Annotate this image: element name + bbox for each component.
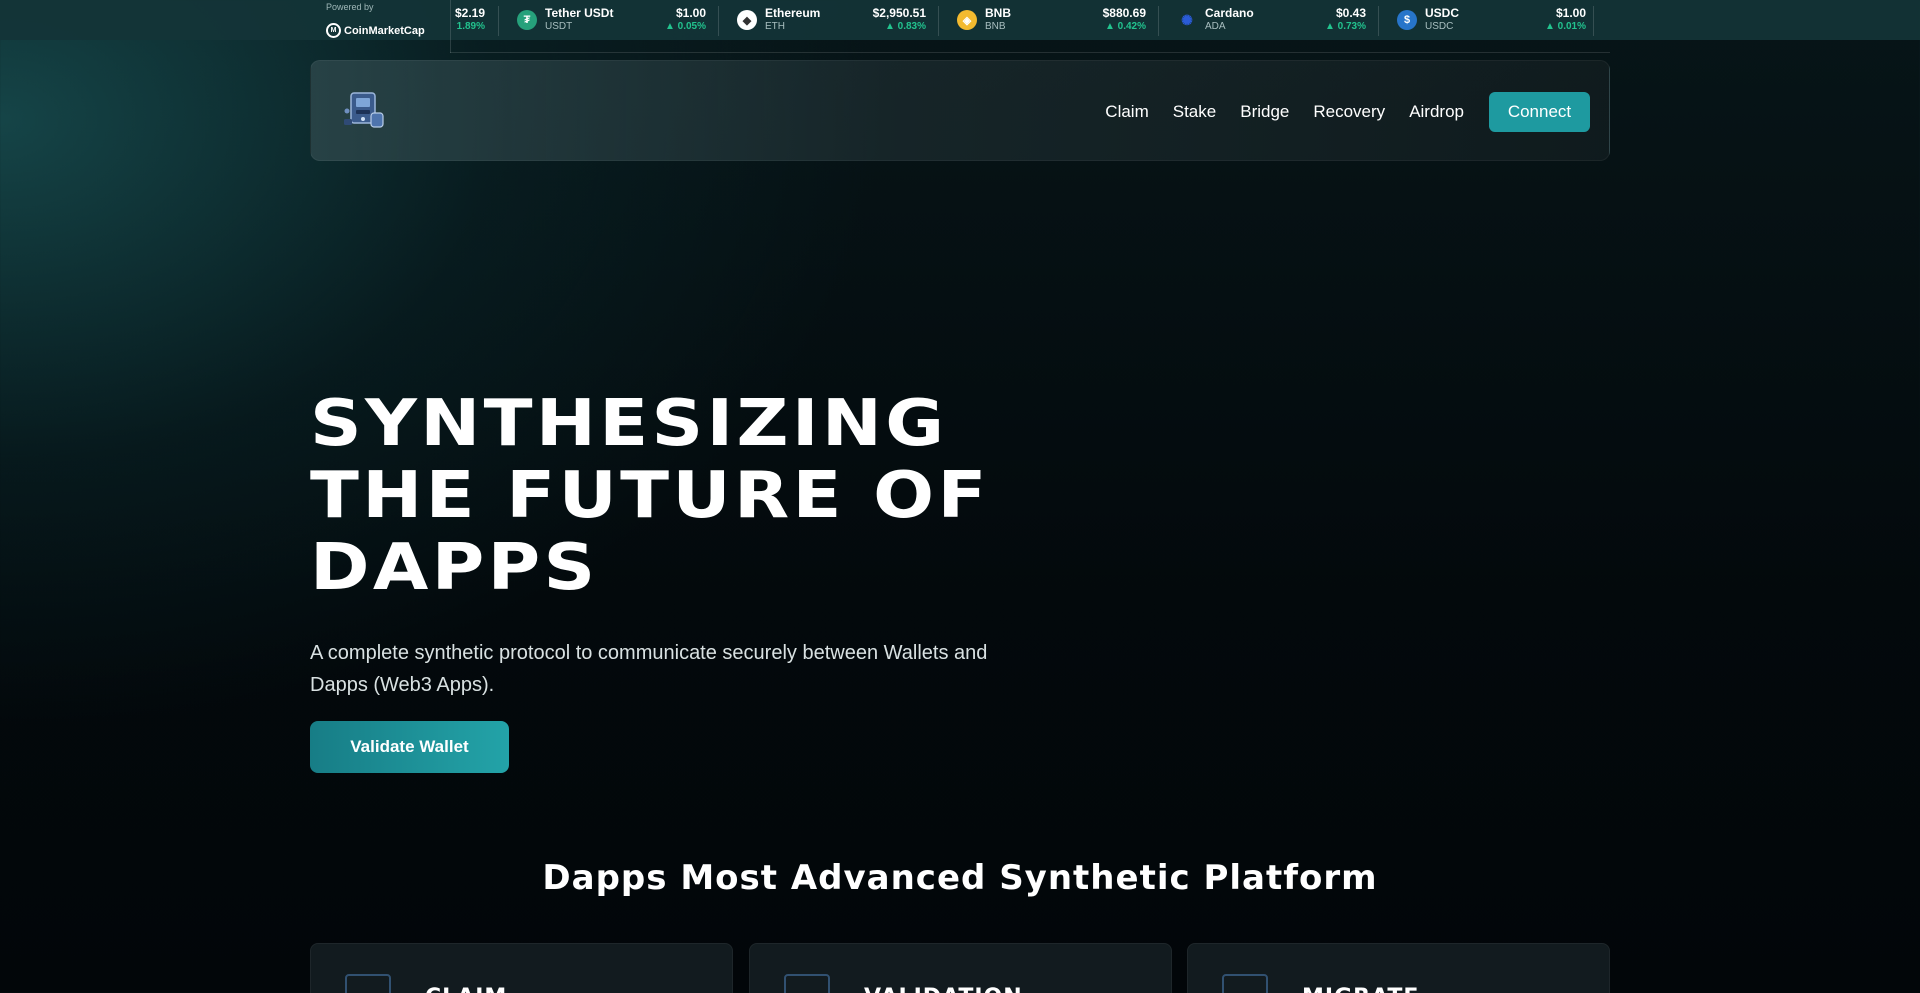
ticker-divider: [1593, 6, 1594, 36]
coin-price: $0.43: [1335, 6, 1366, 20]
coin-name: BNB: [985, 6, 1011, 20]
feature-card-validation[interactable]: VALIDATION: [749, 943, 1172, 993]
ticker-divider: [938, 6, 939, 36]
coin-price: $2,950.51: [872, 6, 926, 20]
nav-bridge[interactable]: Bridge: [1240, 102, 1289, 122]
coin-symbol: USDT: [545, 21, 573, 32]
ticker-divider: [1378, 6, 1379, 36]
coin-name: USDC: [1425, 6, 1460, 20]
hero-title-line: THE FUTURE OF: [310, 459, 990, 533]
card-title: CLAIM: [425, 985, 507, 993]
coin-price: $880.69: [1102, 6, 1146, 20]
nav-airdrop[interactable]: Airdrop: [1409, 102, 1464, 122]
nav-recovery[interactable]: Recovery: [1313, 102, 1385, 122]
ticker-divider: [498, 6, 499, 36]
ticker-coin-bnb[interactable]: ◈ BNB BNB $880.69 ▲ 0.42%: [957, 0, 1146, 40]
connect-button[interactable]: Connect: [1489, 92, 1590, 132]
ticker-divider: [450, 0, 451, 53]
coin-price: $2.19: [454, 6, 485, 20]
coin-change: ▲ 0.42%: [1104, 21, 1146, 32]
usdc-icon: $: [1397, 10, 1417, 30]
ticker-divider: [1158, 6, 1159, 36]
coin-change: ▲ 0.73%: [1324, 21, 1366, 32]
coin-symbol: ETH: [765, 21, 785, 32]
hero-title-line: SYNTHESIZING: [310, 387, 948, 461]
coin-change: ▲ 0.83%: [884, 21, 926, 32]
validation-icon: [784, 974, 830, 993]
ethereum-icon: ◆: [737, 10, 757, 30]
coin-symbol: ADA: [1205, 21, 1226, 32]
coin-price: $1.00: [675, 6, 706, 20]
ticker-coin-cardano[interactable]: ✺ Cardano ADA $0.43 ▲ 0.73%: [1177, 0, 1366, 40]
coinmarketcap-logo[interactable]: M CoinMarketCap: [326, 23, 425, 38]
coin-name: Cardano: [1205, 6, 1254, 20]
coin-price: $1.00: [1555, 6, 1586, 20]
claim-icon: [345, 974, 391, 993]
hero-title: SYNTHESIZING THE FUTURE OF DAPPS: [310, 388, 1206, 604]
coin-name: Tether USDt: [545, 6, 614, 20]
card-title: VALIDATION: [864, 985, 1023, 993]
ticker-coin-usdc[interactable]: $ USDC USDC $1.00 ▲ 0.01%: [1397, 0, 1586, 40]
coinmarketcap-label: CoinMarketCap: [344, 24, 425, 37]
coin-change: ▲ 0.05%: [664, 21, 706, 32]
logo-icon[interactable]: [341, 89, 387, 133]
coinmarketcap-icon: M: [326, 23, 341, 38]
validate-wallet-button[interactable]: Validate Wallet: [310, 721, 509, 773]
price-ticker: Powered by M CoinMarketCap $2.19 1.89% ₮…: [0, 0, 1920, 40]
coin-symbol: USDC: [1425, 21, 1454, 32]
coin-name: Ethereum: [765, 6, 821, 20]
cardano-icon: ✺: [1181, 11, 1193, 28]
bnb-icon: ◈: [957, 10, 977, 30]
feature-cards: CLAIM VALIDATION MIGRATE: [310, 943, 1610, 993]
ticker-coin-tether[interactable]: ₮ Tether USDt USDT $1.00 ▲ 0.05%: [517, 0, 706, 40]
navbar: Claim Stake Bridge Recovery Airdrop Conn…: [310, 60, 1610, 161]
section-title: Dapps Most Advanced Synthetic Platform: [542, 858, 1378, 898]
ticker-divider: [718, 6, 719, 36]
coin-change: 1.89%: [456, 21, 485, 32]
ticker-coin-ethereum[interactable]: ◆ Ethereum ETH $2,950.51 ▲ 0.83%: [737, 0, 926, 40]
feature-card-migrate[interactable]: MIGRATE: [1187, 943, 1610, 993]
card-title: MIGRATE: [1302, 985, 1419, 993]
tether-icon: ₮: [517, 10, 537, 30]
powered-by-label: Powered by: [326, 2, 374, 12]
coin-change: ▲ 0.01%: [1544, 21, 1586, 32]
ticker-underline: [450, 52, 1610, 53]
nav-claim[interactable]: Claim: [1105, 102, 1148, 122]
feature-card-claim[interactable]: CLAIM: [310, 943, 733, 993]
nav-links: Claim Stake Bridge Recovery Airdrop: [1105, 61, 1464, 162]
hero-title-line: DAPPS: [310, 531, 599, 605]
migrate-icon: [1222, 974, 1268, 993]
nav-stake[interactable]: Stake: [1173, 102, 1216, 122]
ticker-coin-partial[interactable]: $2.19 1.89%: [452, 0, 485, 40]
coin-symbol: BNB: [985, 21, 1006, 32]
hero-subtitle: A complete synthetic protocol to communi…: [310, 642, 988, 696]
